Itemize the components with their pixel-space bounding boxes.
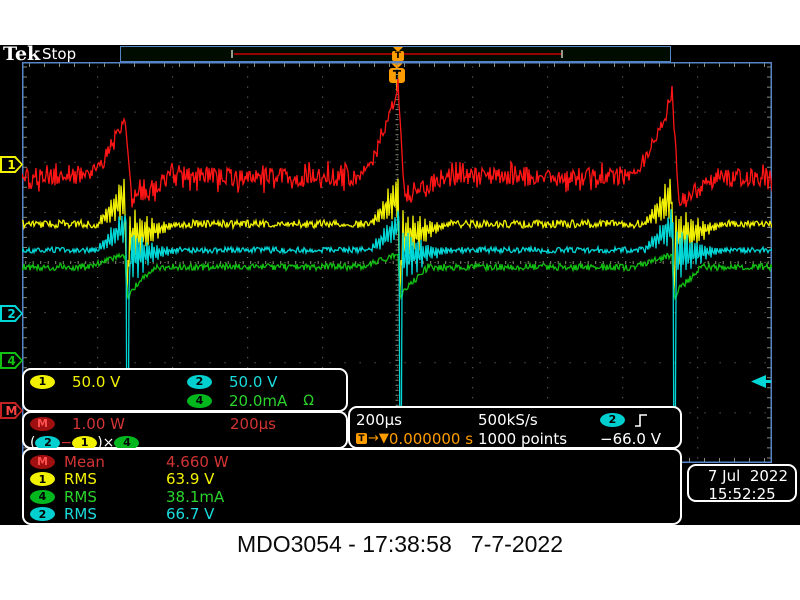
- page: { "scope": { "brand": "Tek", "status": "…: [0, 0, 800, 600]
- ch4-scale-value: 20.0mA: [229, 392, 287, 410]
- acquisition-preview-bar[interactable]: T: [120, 46, 671, 62]
- trigger-level-arrow-tail: [764, 380, 771, 383]
- screenshot-caption: MDO3054 - 17:38:58 7-7-2022: [0, 531, 800, 558]
- date-value: 7 Jul 2022: [696, 467, 788, 485]
- trigger-slope-rising-icon: [633, 412, 651, 428]
- channel-1-position-marker[interactable]: 1: [0, 156, 23, 173]
- meas-math-name: Mean: [64, 453, 166, 471]
- trigger-source-badge: 2: [600, 413, 625, 427]
- record-length: 1000 points: [478, 430, 600, 448]
- record-bracket-left: [231, 50, 233, 58]
- meas-ch2-value: 66.7 V: [166, 505, 214, 523]
- measurement-row-ch4: 4 RMS 38.1mA: [30, 488, 674, 506]
- math-readout-box[interactable]: M 1.00 W 200µs ( 2 − 1 )× 4: [22, 411, 348, 449]
- channel-1-marker-label: 1: [7, 158, 15, 172]
- channel-4-marker-label: 4: [7, 354, 15, 368]
- channel-4-position-marker[interactable]: 4: [0, 352, 23, 369]
- channel-scale-readout-box[interactable]: 1 50.0 V 2 50.0 V 4 20.0mA Ω: [22, 368, 348, 412]
- ch1-scale-value: 50.0 V: [72, 373, 120, 391]
- measurement-row-ch2: 2 RMS 66.7 V: [30, 506, 674, 524]
- measurements-box[interactable]: M Mean 4.660 W 1 RMS 63.9 V 4 RMS 38.1mA…: [22, 448, 682, 525]
- sample-rate: 500kS/s: [478, 411, 600, 429]
- trigger-delay-value: 0.000000 s: [389, 430, 473, 448]
- meas-ch1-badge: 1: [30, 472, 55, 486]
- channel-2-badge: 2: [187, 375, 212, 389]
- trigger-t-icon: T: [392, 51, 404, 61]
- record-bracket-right: [561, 50, 563, 58]
- meas-ch4-value: 38.1mA: [166, 488, 224, 506]
- ch4-ohm-symbol: Ω: [303, 393, 314, 409]
- ch2-scale-cell: 2 50.0 V: [187, 373, 277, 391]
- time-value: 15:52:25: [696, 485, 788, 503]
- trigger-delay-t-icon: T: [356, 433, 367, 444]
- acquisition-status: Stop: [42, 45, 76, 63]
- ch4-scale-cell: 4 20.0mA Ω: [187, 392, 314, 410]
- math-time-scale: 200µs: [230, 415, 276, 433]
- meas-ch2-badge: 2: [30, 507, 55, 521]
- meas-ch1-value: 63.9 V: [166, 470, 214, 488]
- horizontal-trigger-readout-box[interactable]: 200µs 500kS/s 2 T →▼ 0.000000 s 1000 poi…: [348, 406, 682, 449]
- meas-ch1-name: RMS: [64, 470, 166, 488]
- oscilloscope-screen: Tek Stop T T 1 2 4 M 1 50.0 V 2 50.0 V: [0, 45, 800, 525]
- measurement-row-ch1: 1 RMS 63.9 V: [30, 471, 674, 489]
- meas-math-value: 4.660 W: [166, 453, 229, 471]
- math-scale-value: 1.00 W: [72, 415, 202, 433]
- datetime-box[interactable]: 7 Jul 2022 15:52:25: [687, 464, 797, 502]
- measurement-row-math: M Mean 4.660 W: [30, 453, 674, 471]
- meas-math-badge: M: [30, 455, 55, 469]
- channel-4-badge: 4: [187, 394, 212, 408]
- meas-ch4-name: RMS: [64, 488, 166, 506]
- meas-ch2-name: RMS: [64, 505, 166, 523]
- math-position-marker[interactable]: M: [0, 402, 23, 419]
- trigger-delay-cell: T →▼ 0.000000 s: [356, 430, 478, 448]
- ch2-scale-value: 50.0 V: [229, 373, 277, 391]
- trigger-delay-arrow-icon: →▼: [368, 431, 389, 446]
- trigger-level-value: −66.0 V: [600, 430, 661, 448]
- math-marker-label: M: [6, 404, 18, 418]
- meas-ch4-badge: 4: [30, 490, 55, 504]
- waveform-math-2-1-4: [22, 79, 772, 208]
- horizontal-scale: 200µs: [356, 411, 478, 429]
- channel-2-position-marker[interactable]: 2: [0, 305, 23, 322]
- channel-1-badge: 1: [30, 375, 55, 389]
- channel-2-marker-label: 2: [7, 307, 15, 321]
- ch1-scale-cell: 1 50.0 V: [30, 373, 187, 391]
- math-badge: M: [30, 417, 55, 431]
